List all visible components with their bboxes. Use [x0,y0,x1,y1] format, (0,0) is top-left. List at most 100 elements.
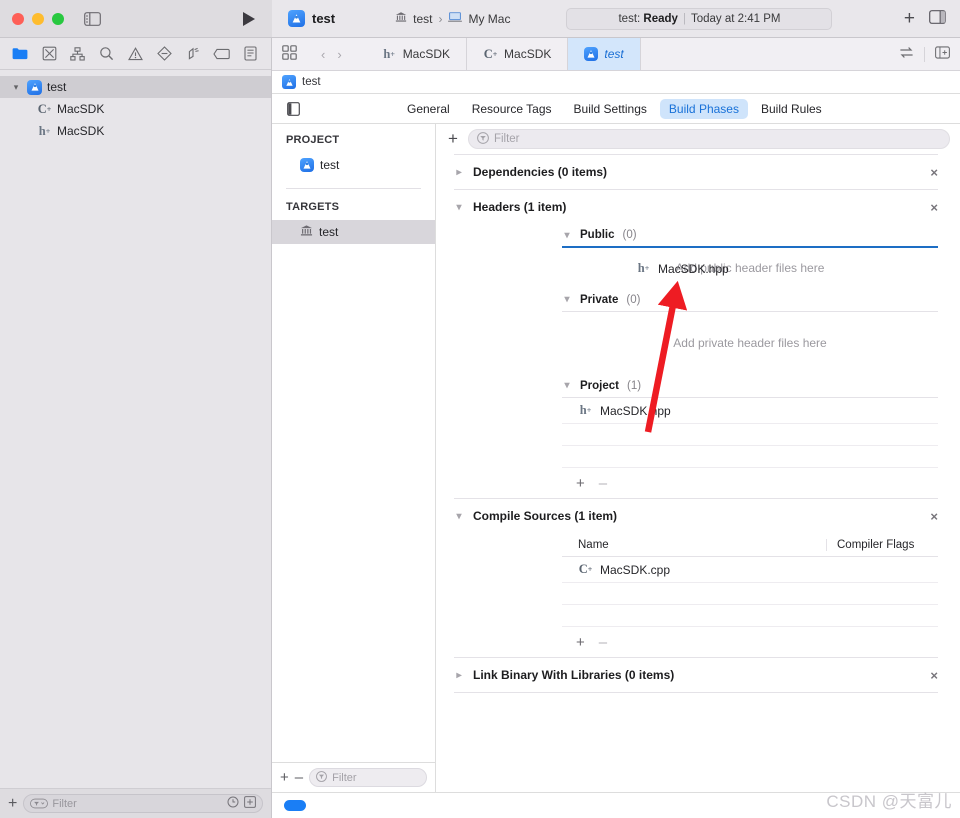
close-window-button[interactable] [12,12,24,25]
back-button[interactable]: ‹ [318,47,328,62]
status-time: Today at 2:41 PM [690,12,781,25]
tag-icon[interactable] [207,41,236,67]
tab-build-settings[interactable]: Build Settings [565,99,656,119]
app-icon [288,10,305,27]
phase-header[interactable]: ▾ Compile Sources (1 item) × [454,499,938,533]
phase-header[interactable]: ▸ Dependencies (0 items) × [454,155,938,189]
delete-phase-button[interactable]: × [930,668,938,683]
traffic-lights[interactable] [12,12,64,25]
project-list-filter-input[interactable]: Filter [309,768,427,787]
remove-target-button[interactable]: – [295,769,303,786]
subsection-body-project[interactable]: h + MacSDK.hpp [562,398,938,468]
tab-build-phases[interactable]: Build Phases [659,98,748,119]
inspector-toggle-icon[interactable] [929,10,946,27]
search-icon[interactable] [92,41,121,67]
tree-item-label: test [47,80,67,94]
build-phases-header: + Filter [436,124,960,154]
toolbar-actions: + [904,9,950,28]
filter-funnel-icon [477,131,489,147]
grid-layout-icon[interactable] [282,45,297,63]
editor-tab-test[interactable]: test [568,38,641,70]
editor-area: ‹ › h + MacSDK C + MacSDK test test Gene… [272,38,960,818]
add-file-button[interactable]: + [8,795,17,813]
warning-icon[interactable] [121,41,150,67]
build-phases-filter-input[interactable]: Filter [467,129,950,149]
run-button[interactable] [242,11,256,27]
target-item-label: test [319,225,339,239]
remove-header-button[interactable]: – [599,475,607,492]
source-control-icon[interactable] [35,41,64,67]
header-file-row[interactable]: h + MacSDK.hpp [562,398,938,424]
add-editor-button[interactable]: + [904,9,915,28]
chevron-down-icon[interactable]: ▾ [454,511,464,522]
build-phases-list: ▸ Dependencies (0 items) × ▾ Headers (1 … [436,154,960,792]
delete-phase-button[interactable]: × [930,165,938,180]
jump-bar-label: test [302,76,321,88]
tree-item-macsdk-cpp[interactable]: C + MacSDK [0,98,271,120]
phase-title: Compile Sources (1 item) [473,509,618,523]
add-target-button[interactable]: + [280,769,289,786]
project-list-toggle-icon[interactable] [272,101,314,116]
editor-tab-bar: ‹ › h + MacSDK C + MacSDK test [272,38,960,71]
chevron-down-icon[interactable]: ▾ [562,380,572,391]
tab-strip: General Resource Tags Build Settings Bui… [398,98,831,119]
mac-icon [448,11,463,26]
project-item-test[interactable]: test [272,153,435,177]
add-header-button[interactable]: + [576,475,585,492]
tab-general[interactable]: General [398,99,459,119]
editor-tab-macsdk-cpp[interactable]: C + MacSDK [467,38,569,70]
phase-header[interactable]: ▸ Link Binary With Libraries (0 items) × [454,658,938,692]
source-control-filter-icon[interactable] [244,796,256,811]
swap-editors-icon[interactable] [899,46,914,62]
chevron-down-icon[interactable]: ▾ [454,202,464,213]
scheme-destination-selector[interactable]: test › My Mac [387,8,518,29]
subsection-count: (0) [626,293,641,306]
project-navigator-tree[interactable]: ▾ test C + MacSDK h + MacSDK [0,70,271,788]
chevron-down-icon[interactable]: ▾ [562,294,572,305]
phase-header[interactable]: ▾ Headers (1 item) × [454,190,938,224]
add-build-phase-button[interactable]: + [448,129,458,149]
chevron-down-icon[interactable]: ▾ [10,82,22,93]
zoom-window-button[interactable] [52,12,64,25]
delete-phase-button[interactable]: × [930,509,938,524]
chevron-down-icon[interactable]: ▾ [562,230,572,241]
report-icon[interactable] [236,41,265,67]
editor-tab-macsdk-hpp[interactable]: h + MacSDK [366,38,468,70]
hierarchy-icon[interactable] [64,41,93,67]
forward-button[interactable]: › [334,47,344,62]
phase-compile-sources: ▾ Compile Sources (1 item) × Name Compil… [454,498,938,657]
tab-resource-tags[interactable]: Resource Tags [463,99,561,119]
phase-title: Link Binary With Libraries (0 items) [473,668,675,682]
compile-sources-table-header: Name Compiler Flags [562,533,938,557]
header-file-label: MacSDK.hpp [600,403,671,418]
table-row[interactable]: C + MacSDK.cpp [562,557,938,583]
folder-icon[interactable] [6,41,35,67]
delete-phase-button[interactable]: × [930,200,938,215]
c-plus-file-icon: C + [483,46,498,61]
subsection-header-private[interactable]: ▾ Private (0) [562,288,938,312]
tab-build-rules[interactable]: Build Rules [752,99,831,119]
diamond-icon[interactable] [150,41,179,67]
add-source-button[interactable]: + [576,634,585,651]
target-item-test[interactable]: test [272,220,435,244]
subsection-body-private[interactable]: Add private header files here [562,312,938,374]
add-editor-icon[interactable] [935,46,950,62]
subsection-header-project[interactable]: ▾ Project (1) [562,374,938,398]
subsection-body-public[interactable]: Add public header files here [562,248,938,288]
minimize-window-button[interactable] [32,12,44,25]
jump-bar[interactable]: test [272,71,960,94]
subsection-header-public[interactable]: ▾ Public (0) [562,224,938,248]
chevron-right-icon[interactable]: ▸ [454,670,464,681]
compile-sources-body[interactable]: C + MacSDK.cpp [562,557,938,627]
navigator-filter-input[interactable]: Filter [23,794,263,813]
chevron-right-icon[interactable]: ▸ [454,167,464,178]
recent-clock-icon[interactable] [227,796,239,811]
tree-item-macsdk-hpp[interactable]: h + MacSDK [0,120,271,142]
sidebar-toggle-icon[interactable] [84,11,101,26]
tree-item-test[interactable]: ▾ test [0,76,271,98]
debug-icon[interactable] [179,41,208,67]
target-icon [300,224,313,240]
project-editor-tabs: General Resource Tags Build Settings Bui… [272,94,960,124]
navigator-icon-bar [0,38,271,70]
remove-source-button[interactable]: – [599,634,607,651]
